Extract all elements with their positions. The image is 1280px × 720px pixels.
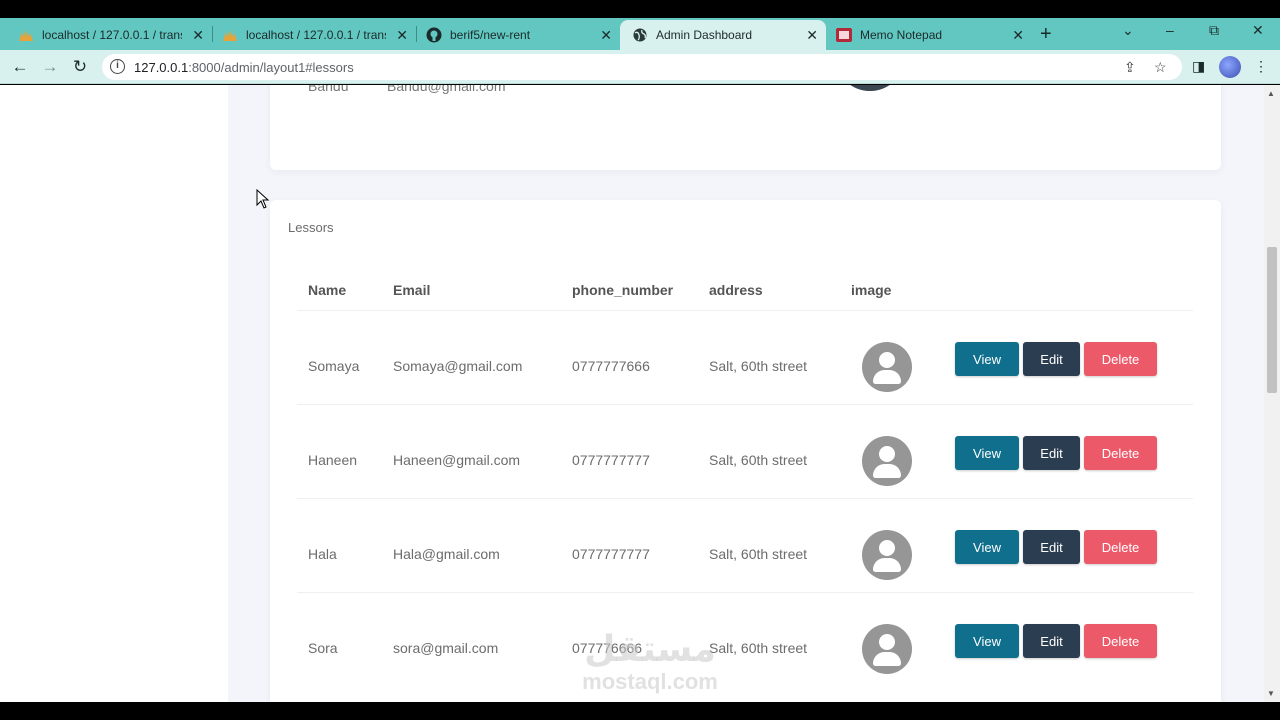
watermark-latin: mostaql.com <box>582 669 718 694</box>
row-address: Salt, 60th street <box>709 452 808 468</box>
scroll-up-icon[interactable]: ▲ <box>1267 89 1275 98</box>
more-menu-icon[interactable]: ⋮ <box>1254 58 1268 75</box>
browser-tab-1[interactable]: localhost / 127.0.0.1 / transp ✕ <box>0 20 212 50</box>
view-button[interactable]: View <box>955 530 1019 564</box>
side-panel-icon[interactable]: ◨ <box>1192 58 1205 75</box>
delete-button[interactable]: Delete <box>1084 342 1157 376</box>
phpmyadmin-icon <box>18 27 34 43</box>
row-name: Somaya <box>308 358 360 374</box>
header-name: Name <box>308 282 347 298</box>
lessors-card: Lessors Name Email phone_number address … <box>270 200 1221 702</box>
header-image: image <box>851 282 892 298</box>
scrollbar-thumb[interactable] <box>1267 247 1277 393</box>
watermark-arabic: مستقل <box>584 629 716 670</box>
share-icon[interactable]: ⇪ <box>1124 59 1136 76</box>
row-name: Sora <box>308 640 338 656</box>
divider <box>297 592 1193 593</box>
previous-table-card: Bandu Bandu@gmail.com <box>270 85 1221 170</box>
table-row: Sora sora@gmail.com 077776666 Salt, 60th… <box>270 607 1221 701</box>
row-name: Hala <box>308 546 337 562</box>
browser-tab-2[interactable]: localhost / 127.0.0.1 / transp ✕ <box>204 20 416 50</box>
header-email: Email <box>393 282 431 298</box>
forward-arrow-icon[interactable]: → <box>40 57 60 77</box>
restore-icon[interactable]: ⧉ <box>1209 22 1219 39</box>
view-button[interactable]: View <box>955 624 1019 658</box>
close-icon[interactable]: ✕ <box>600 27 612 43</box>
browser-tab-5[interactable]: Memo Notepad ✕ <box>826 20 1032 50</box>
delete-button[interactable]: Delete <box>1084 436 1157 470</box>
bottom-black-bar <box>0 702 1280 720</box>
delete-button[interactable]: Delete <box>1084 624 1157 658</box>
tab-title: Admin Dashboard <box>656 28 753 42</box>
bookmark-star-icon[interactable]: ☆ <box>1154 59 1167 76</box>
screen: localhost / 127.0.0.1 / transp ✕ localho… <box>0 0 1280 720</box>
row-name: Haneen <box>308 452 358 468</box>
avatar <box>862 624 912 674</box>
site-info-icon[interactable]: i <box>110 59 125 74</box>
minimize-icon[interactable]: – <box>1166 22 1174 38</box>
address-bar[interactable]: i 127.0.0.1:8000/admin/layout1#lessors ⇪… <box>102 54 1182 80</box>
previous-row-email: Bandu@gmail.com <box>387 85 506 94</box>
reload-icon[interactable]: ↻ <box>70 57 90 77</box>
new-tab-plus-icon[interactable]: + <box>1040 24 1052 44</box>
row-email: Somaya@gmail.com <box>393 358 523 374</box>
row-phone: 0777777777 <box>572 452 650 468</box>
github-icon <box>426 27 442 43</box>
page-scrollbar[interactable] <box>1264 85 1280 702</box>
close-icon[interactable]: ✕ <box>1012 27 1024 43</box>
back-arrow-icon[interactable]: ← <box>10 57 30 77</box>
header-address: address <box>709 282 763 298</box>
row-email: sora@gmail.com <box>393 640 499 656</box>
delete-button[interactable]: Delete <box>1084 530 1157 564</box>
row-phone: 0777777777 <box>572 546 650 562</box>
window-close-icon[interactable]: ✕ <box>1252 22 1264 39</box>
row-email: Hala@gmail.com <box>393 546 500 562</box>
row-phone: 0777777666 <box>572 358 650 374</box>
browser-tabstrip: localhost / 127.0.0.1 / transp ✕ localho… <box>0 18 1280 50</box>
close-icon[interactable]: ✕ <box>806 27 818 43</box>
close-icon[interactable]: ✕ <box>192 27 204 43</box>
browser-tab-3[interactable]: berif5/new-rent ✕ <box>408 20 620 50</box>
phpmyadmin-icon <box>222 27 238 43</box>
mouse-cursor-icon <box>256 188 270 214</box>
previous-row-name: Bandu <box>308 85 349 94</box>
browser-toolbar: ← → ↻ i 127.0.0.1:8000/admin/layout1#les… <box>0 50 1280 84</box>
avatar <box>835 85 905 91</box>
avatar <box>862 436 912 486</box>
tab-title: localhost / 127.0.0.1 / transp <box>42 28 182 42</box>
admin-sidebar <box>0 85 228 702</box>
divider <box>297 404 1193 405</box>
edit-button[interactable]: Edit <box>1023 342 1080 376</box>
row-address: Salt, 60th street <box>709 358 808 374</box>
tab-search-chevron-icon[interactable]: ⌄ <box>1122 22 1134 39</box>
section-title: Lessors <box>288 220 334 235</box>
browser-tab-4[interactable]: Admin Dashboard ✕ <box>620 20 826 50</box>
tab-title: berif5/new-rent <box>450 28 531 42</box>
close-icon[interactable]: ✕ <box>396 27 408 43</box>
url-text[interactable]: 127.0.0.1:8000/admin/layout1#lessors <box>134 60 354 75</box>
view-button[interactable]: View <box>955 342 1019 376</box>
avatar <box>862 530 912 580</box>
edit-button[interactable]: Edit <box>1023 624 1080 658</box>
globe-icon <box>632 27 648 43</box>
tab-title: localhost / 127.0.0.1 / transp <box>246 28 386 42</box>
row-address: Salt, 60th street <box>709 546 808 562</box>
divider <box>297 310 1193 311</box>
tab-title: Memo Notepad <box>860 28 943 42</box>
profile-avatar[interactable] <box>1219 56 1241 78</box>
edit-button[interactable]: Edit <box>1023 436 1080 470</box>
view-button[interactable]: View <box>955 436 1019 470</box>
notepad-icon <box>836 27 852 43</box>
divider <box>297 498 1193 499</box>
edit-button[interactable]: Edit <box>1023 530 1080 564</box>
scroll-down-icon[interactable]: ▼ <box>1267 689 1275 698</box>
top-black-bar <box>0 0 1280 18</box>
avatar <box>862 342 912 392</box>
header-phone: phone_number <box>572 282 674 298</box>
watermark: مستقل mostaql.com <box>560 630 740 694</box>
row-email: Haneen@gmail.com <box>393 452 521 468</box>
page-viewport: Bandu Bandu@gmail.com Lessors Name Email… <box>0 85 1280 702</box>
